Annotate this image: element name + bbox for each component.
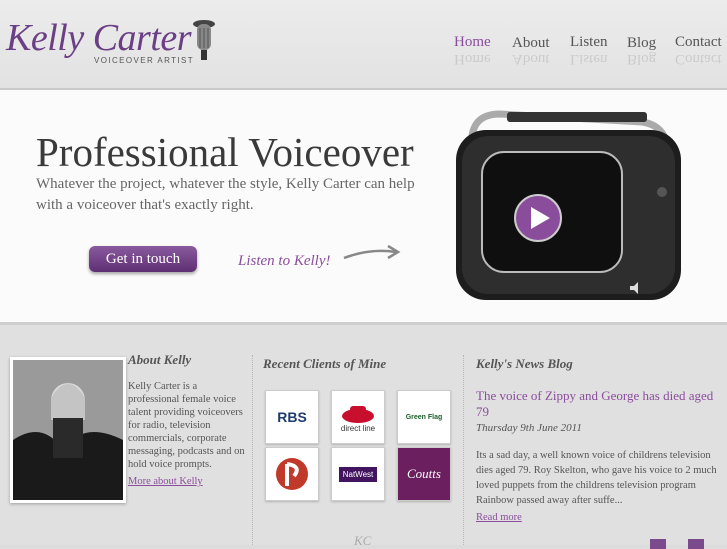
client-logo-green-flag[interactable]: Green Flag — [397, 390, 451, 444]
get-in-touch-button[interactable]: Get in touch — [89, 246, 197, 272]
blog-post-title[interactable]: The voice of Zippy and George has died a… — [476, 388, 716, 420]
brand-mark-icon — [276, 458, 308, 490]
client-logo-direct-line[interactable]: direct line — [331, 390, 385, 444]
divider — [252, 355, 253, 545]
nav-reflection: Home — [454, 51, 491, 67]
kelly-photo — [10, 357, 126, 503]
about-text: Kelly Carter is a professional female vo… — [128, 381, 245, 470]
arrow-icon — [343, 244, 401, 260]
footer-monogram: KC — [354, 533, 372, 548]
nav-contact[interactable]: Contact — [675, 34, 722, 51]
nav-reflection: Contact — [675, 51, 722, 67]
hero-section: Professional Voiceover Whatever the proj… — [0, 90, 727, 325]
phone-icon — [342, 405, 374, 423]
clients-heading: Recent Clients of Mine — [263, 356, 387, 371]
blog-heading: Kelly's News Blog — [476, 356, 573, 371]
more-about-link[interactable]: More about Kelly — [128, 476, 203, 487]
client-logo-unknown[interactable] — [265, 447, 319, 501]
nav-listen[interactable]: Listen — [570, 34, 608, 51]
about-heading: About Kelly — [128, 352, 192, 367]
radio-player[interactable] — [452, 100, 687, 310]
client-logo-rbs[interactable]: RBS — [265, 390, 319, 444]
divider — [463, 355, 464, 545]
read-more-link[interactable]: Read more — [476, 512, 522, 523]
blog-post-date: Thursday 9th June 2011 — [476, 422, 582, 434]
nav-home[interactable]: Home — [454, 34, 491, 51]
hero-subtitle: Whatever the project, whatever the style… — [36, 176, 415, 213]
listen-link[interactable]: Listen to Kelly! — [238, 253, 331, 270]
twitter-icon[interactable] — [688, 539, 704, 549]
client-logo-natwest[interactable]: NatWest — [331, 447, 385, 501]
hero-title: Professional Voiceover — [36, 129, 414, 175]
main-nav: Home About Listen Blog Contact Home Abou… — [0, 32, 727, 72]
nav-reflection: About — [512, 51, 550, 67]
client-logo-coutts[interactable]: Coutts — [397, 447, 451, 501]
site-header: Kelly Carter VOICEOVER ARTIST Home About… — [0, 0, 727, 90]
facebook-icon[interactable] — [650, 539, 666, 549]
blog-post-excerpt: Its a sad day, a well known voice of chi… — [476, 450, 717, 506]
content-section: About Kelly Kelly Carter is a profession… — [0, 325, 727, 549]
nav-reflection: Blog — [627, 51, 657, 67]
nav-reflection: Listen — [570, 51, 608, 67]
